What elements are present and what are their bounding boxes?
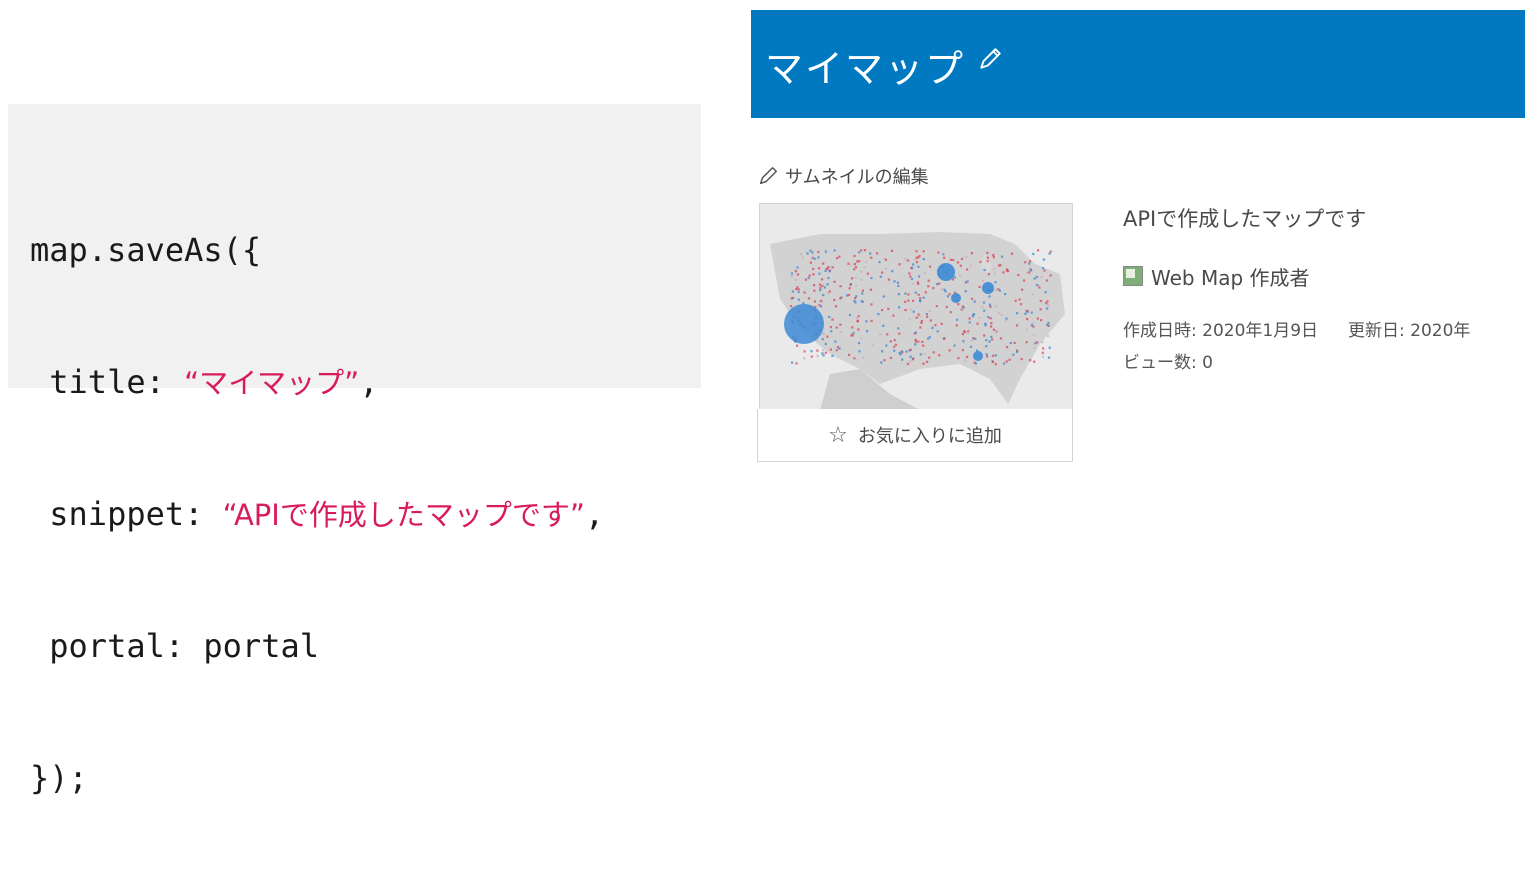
edit-thumbnail-link[interactable]: サムネイルの編集	[757, 162, 929, 190]
item-details-page: マイマップ サムネイルの編集 ☆ お気に入りに追加 APIで作成したマップです …	[751, 10, 1525, 493]
code-title-comma: ,	[359, 363, 379, 401]
page-title: マイマップ	[765, 47, 966, 91]
created-date: 作成日時: 2020年1月9日	[1123, 321, 1319, 341]
add-to-favorites-button[interactable]: ☆ お気に入りに追加	[757, 409, 1073, 462]
add-to-favorites-label: お気に入りに追加	[857, 426, 1002, 447]
code-line-1: map.saveAs({	[30, 231, 262, 269]
code-block: map.saveAs({ title: “マイマップ”, snippet: “A…	[30, 140, 604, 888]
code-snippet-key: snippet:	[30, 495, 223, 533]
code-line-title: title: “マイマップ”,	[30, 360, 604, 404]
web-map-icon	[1123, 266, 1143, 286]
modified-date: 更新日: 2020年	[1348, 321, 1471, 341]
item-dates: 作成日時: 2020年1月9日 更新日: 2020年	[1123, 316, 1470, 341]
code-snippet-comma: ,	[584, 495, 605, 533]
map-thumbnail-image	[760, 204, 1072, 410]
code-line-snippet: snippet: “APIで作成したマップです”,	[30, 492, 604, 536]
code-line-close: });	[30, 759, 88, 797]
code-title-string: “マイマップ”	[184, 366, 360, 400]
star-outline-icon: ☆	[828, 422, 848, 448]
code-snippet-string: “APIで作成したマップです”	[222, 498, 585, 532]
title-banner: マイマップ	[751, 10, 1525, 118]
item-summary: APIで作成したマップです	[1123, 207, 1367, 231]
code-title-key: title:	[30, 363, 185, 401]
item-owner-row: Web Map 作成者	[1123, 262, 1310, 290]
pencil-icon[interactable]	[977, 46, 1003, 72]
edit-thumbnail-label: サムネイルの編集	[785, 167, 929, 188]
item-owner[interactable]: Web Map 作成者	[1151, 262, 1310, 291]
code-snippet-panel: map.saveAs({ title: “マイマップ”, snippet: “A…	[8, 104, 701, 797]
item-view-count: ビュー数: 0	[1123, 353, 1213, 373]
code-line-portal: portal: portal	[30, 627, 319, 665]
map-thumbnail	[759, 203, 1073, 411]
pencil-icon	[759, 167, 777, 185]
